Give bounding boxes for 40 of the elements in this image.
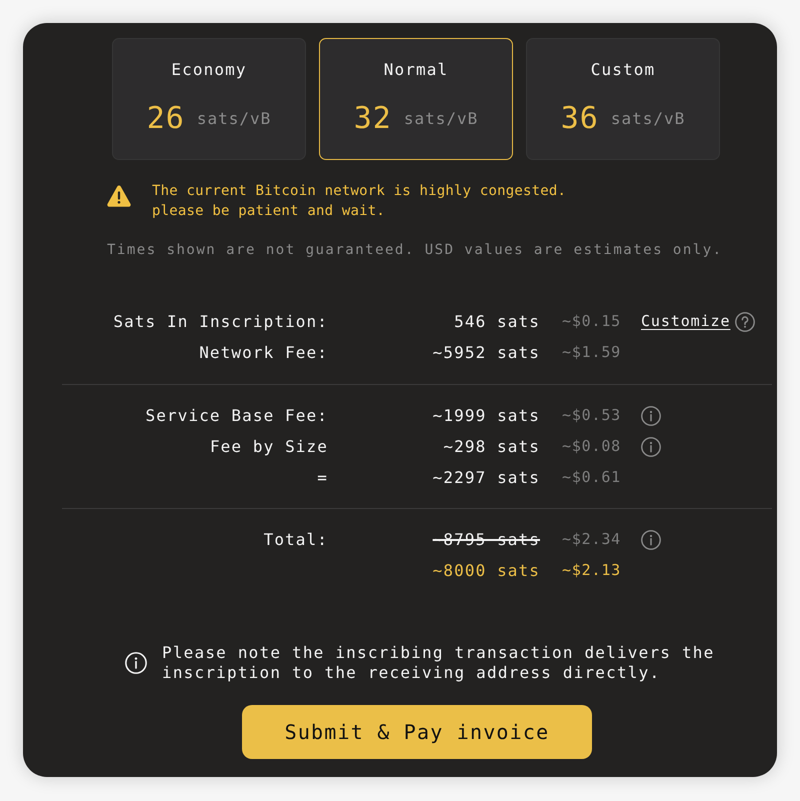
usd-estimate: ~$0.08	[562, 436, 621, 458]
fee-rate-unit: sats/vB	[610, 109, 686, 129]
fee-option-title: Economy	[171, 60, 247, 80]
submit-pay-button[interactable]: Submit & Pay invoice	[242, 705, 592, 759]
fee-option-card[interactable]: Normal 32 sats/vB	[319, 38, 513, 160]
usd-estimate: ~$2.34	[562, 529, 621, 550]
fee-option-title: Custom	[590, 60, 656, 80]
note-text: Please note the inscribing transaction delivers the inscription to the receiving address directly.	[162, 643, 716, 683]
usd-estimate: ~$0.53	[562, 405, 621, 426]
fee-label: =	[317, 466, 328, 488]
fee-rate-value: 36	[560, 101, 599, 137]
fee-label: Network Fee:	[199, 342, 328, 364]
sats-amount: ~8795 sats	[432, 528, 540, 550]
info-icon	[125, 652, 147, 674]
fee-option-title: Normal	[384, 60, 448, 80]
fee-label: Total:	[264, 528, 328, 550]
customize-link[interactable]: Customize	[641, 310, 730, 333]
disclaimer-text: Times shown are not guaranteed. USD values are estimates only.	[107, 241, 723, 260]
fee-label: Fee by Size	[210, 436, 328, 458]
fee-option-card[interactable]: Economy 26 sats/vB	[112, 38, 306, 160]
fee-rate-unit: sats/vB	[196, 109, 272, 129]
sats-amount: ~8000 sats	[432, 560, 540, 582]
warning-icon	[107, 185, 131, 207]
fee-rate-value: 32	[354, 101, 392, 137]
sats-amount: ~1999 sats	[432, 404, 540, 426]
help-icon[interactable]	[735, 312, 756, 332]
sats-amount: ~298 sats	[443, 436, 540, 458]
sats-amount: ~2297 sats	[432, 466, 540, 488]
sats-amount: 546 sats	[454, 310, 540, 332]
fee-option-card[interactable]: Custom 36 sats/vB	[526, 38, 720, 160]
usd-estimate: ~$2.13	[562, 560, 621, 582]
usd-estimate: ~$1.59	[562, 342, 621, 364]
congestion-warning: The current Bitcoin network is highly congested. please be patient and wait.	[152, 182, 566, 221]
usd-estimate: ~$0.15	[562, 311, 621, 332]
fee-label: Sats In Inscription:	[113, 310, 328, 332]
sats-amount: ~5952 sats	[432, 342, 540, 364]
usd-estimate: ~$0.61	[562, 467, 621, 488]
fee-label: Service Base Fee:	[146, 404, 328, 426]
fee-rate-value: 26	[146, 101, 185, 137]
fee-rate-unit: sats/vB	[404, 109, 478, 129]
